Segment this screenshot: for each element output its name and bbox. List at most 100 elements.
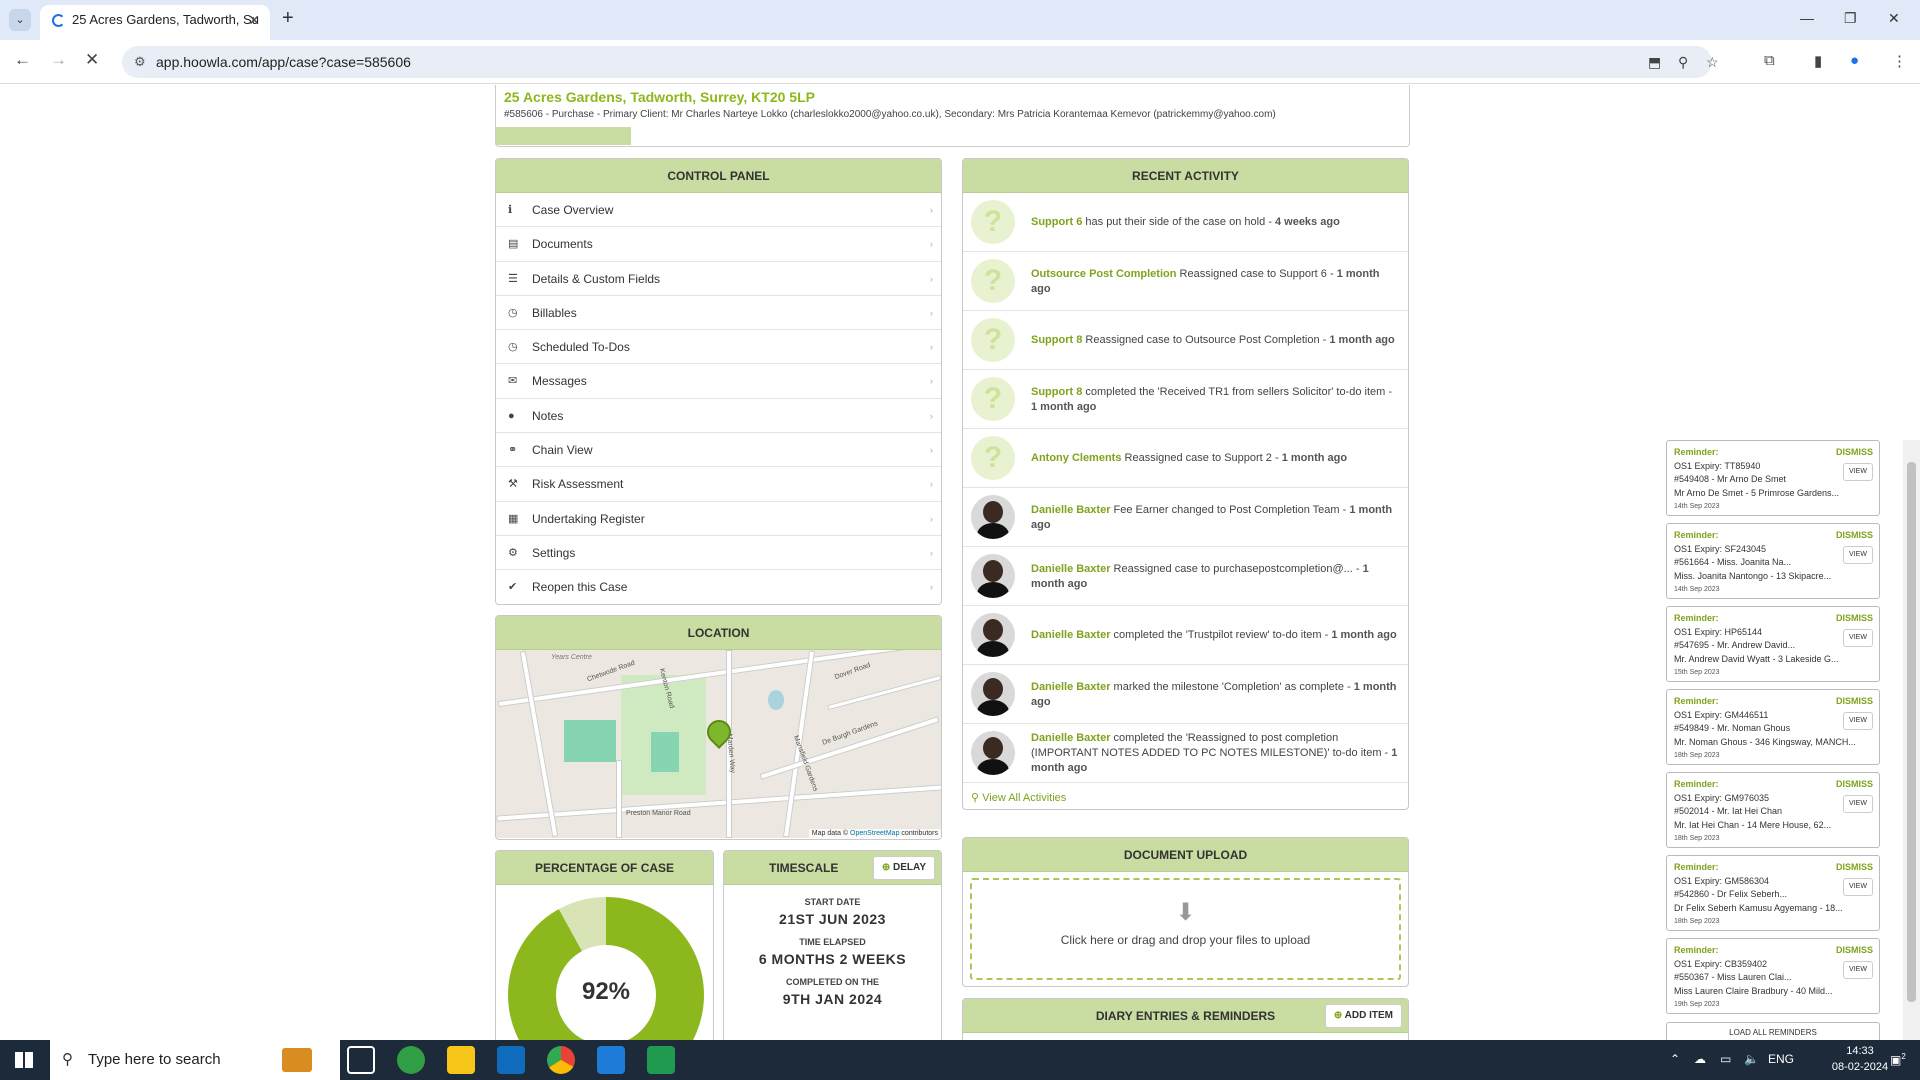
control-panel-item[interactable]: ▦ Undertaking Register › <box>496 502 941 536</box>
reminder-card: Reminder: DISMISS VIEW OS1 Expiry: SF243045… <box>1666 523 1880 599</box>
delay-button[interactable]: ⊕ DELAY <box>872 856 935 880</box>
donut-area: 92% <box>496 885 713 1040</box>
dismiss-button[interactable]: DISMISS <box>1836 446 1873 460</box>
back-icon[interactable]: ← <box>14 50 31 70</box>
dismiss-button[interactable]: DISMISS <box>1836 529 1873 543</box>
dismiss-button[interactable]: DISMISS <box>1836 944 1873 958</box>
browser-tab-bar: ⌄ 25 Acres Gardens, Tadworth, Su ✕ + — ❐… <box>0 0 1920 40</box>
address-bar[interactable]: ⚙ app.hoowla.com/app/case?case=585606 ⬒ … <box>122 46 1719 78</box>
view-button[interactable]: VIEW <box>1843 463 1873 481</box>
activity-user[interactable]: Outsource Post Completion <box>1031 268 1176 280</box>
activity-description: Reassigned case to Support 6 - <box>1176 267 1337 280</box>
list-icon: ☰ <box>508 272 518 285</box>
activity-user[interactable]: Danielle Baxter <box>1031 681 1110 693</box>
close-tab-icon[interactable]: ✕ <box>248 5 260 35</box>
menu-icon[interactable]: ⋮ <box>1892 52 1907 70</box>
view-button[interactable]: VIEW <box>1843 878 1873 896</box>
activity-user[interactable]: Danielle Baxter <box>1031 504 1110 516</box>
view-button[interactable]: VIEW <box>1843 629 1873 647</box>
view-button[interactable]: VIEW <box>1843 546 1873 564</box>
forward-icon[interactable]: → <box>50 50 67 70</box>
activity-description: completed the 'Received TR1 from sellers… <box>1082 385 1393 398</box>
location-map[interactable]: Years Centre Chetwode Road Kenton Road D… <box>496 650 941 838</box>
chevron-right-icon: › <box>930 273 933 284</box>
task-view-icon[interactable] <box>347 1046 375 1074</box>
attribution-link[interactable]: OpenStreetMap <box>850 830 899 837</box>
dismiss-button[interactable]: DISMISS <box>1836 695 1873 709</box>
activity-user[interactable]: Danielle Baxter <box>1031 629 1110 641</box>
load-all-reminders-button[interactable]: LOAD ALL REMINDERS <box>1666 1022 1880 1040</box>
minimize-icon[interactable]: — <box>1800 10 1814 26</box>
control-panel-item[interactable]: ▤ Documents › <box>496 227 941 262</box>
reminder-line: Mr. Iat Hei Chan - 14 Mere House, 62... <box>1674 819 1832 830</box>
avatar: ? <box>971 377 1015 421</box>
bookmark-star-icon[interactable]: ☆ <box>1706 46 1719 78</box>
scrollbar-thumb[interactable] <box>1907 462 1916 1002</box>
upload-dropzone[interactable]: ⬇ Click here or drag and drop your files… <box>970 878 1401 980</box>
notification-count: 2 <box>1901 1052 1906 1061</box>
view-button[interactable]: VIEW <box>1843 961 1873 979</box>
control-panel-item[interactable]: ⚭ Chain View › <box>496 433 941 468</box>
control-panel-item[interactable]: ● Notes › <box>496 399 941 434</box>
control-panel-item[interactable]: ℹ Case Overview › <box>496 193 941 228</box>
activity-user[interactable]: Danielle Baxter <box>1031 563 1110 575</box>
tray-chevron-icon[interactable]: ⌃ <box>1670 1052 1680 1066</box>
extensions-icon[interactable]: ⧉ <box>1764 52 1775 69</box>
taskbar-clock[interactable]: 14:33 08-02-2024 <box>1830 1043 1890 1075</box>
app-s-icon[interactable] <box>597 1046 625 1074</box>
zoom-icon[interactable]: ⚲ <box>1678 46 1688 78</box>
onedrive-icon[interactable]: ☁ <box>1694 1052 1706 1066</box>
site-info-icon[interactable]: ⚙ <box>134 46 146 78</box>
control-panel-item[interactable]: ⚙ Settings › <box>496 536 941 571</box>
dismiss-button[interactable]: DISMISS <box>1836 612 1873 626</box>
activity-user[interactable]: Support 8 <box>1031 386 1082 398</box>
media-app-icon[interactable] <box>647 1046 675 1074</box>
activity-user[interactable]: Support 6 <box>1031 216 1082 228</box>
clock-time: 14:33 <box>1846 1045 1874 1057</box>
install-app-icon[interactable]: ⬒ <box>1648 46 1661 78</box>
side-panel-icon[interactable]: ▮ <box>1814 52 1822 70</box>
view-button[interactable]: VIEW <box>1843 795 1873 813</box>
map-road <box>616 760 622 838</box>
activity-user[interactable]: Antony Clements <box>1031 452 1121 464</box>
activity-description: Reassigned case to Outsource Post Comple… <box>1082 334 1330 346</box>
volume-icon[interactable]: 🔈 <box>1744 1052 1759 1066</box>
control-panel-item[interactable]: ✔ Reopen this Case › <box>496 570 941 604</box>
close-window-icon[interactable]: ✕ <box>1888 10 1900 27</box>
file-explorer-icon[interactable] <box>447 1046 475 1074</box>
control-panel-item[interactable]: ✉ Messages › <box>496 364 941 399</box>
profile-avatar-icon[interactable]: ● <box>1850 52 1859 69</box>
edge-icon[interactable] <box>397 1046 425 1074</box>
outlook-icon[interactable] <box>497 1046 525 1074</box>
view-button[interactable]: VIEW <box>1843 712 1873 730</box>
chrome-icon[interactable] <box>547 1046 575 1074</box>
dismiss-button[interactable]: DISMISS <box>1836 861 1873 875</box>
windows-start-icon[interactable] <box>15 1052 33 1068</box>
language-indicator[interactable]: ENG <box>1768 1052 1794 1066</box>
activity-user[interactable]: Support 8 <box>1031 334 1082 346</box>
taskbar-search-input[interactable]: ⚲ Type here to search <box>50 1040 340 1080</box>
control-panel-item[interactable]: ☰ Details & Custom Fields › <box>496 262 941 296</box>
control-panel-item[interactable]: ◷ Billables › <box>496 296 941 331</box>
tab-search-icon[interactable]: ⌄ <box>9 9 31 31</box>
completed-value: 9TH JAN 2024 <box>782 991 883 1007</box>
new-tab-icon[interactable]: + <box>282 7 294 30</box>
view-all-activities-link[interactable]: ⚲ View All Activities <box>963 783 1408 809</box>
chevron-right-icon: › <box>930 342 933 353</box>
network-icon[interactable]: ▭ <box>1720 1052 1731 1066</box>
control-panel-item[interactable]: ⚒ Risk Assessment › <box>496 467 941 502</box>
info-icon: ℹ <box>508 204 513 216</box>
restore-icon[interactable]: ❐ <box>1844 10 1857 27</box>
stop-loading-icon[interactable]: ✕ <box>85 50 99 70</box>
notifications-icon[interactable]: ▣2 <box>1890 1052 1906 1067</box>
reminders-scrollbar[interactable] <box>1903 440 1920 1040</box>
add-item-button[interactable]: ⊕ ADD ITEM <box>1324 1004 1402 1028</box>
avatar: ? <box>971 436 1015 480</box>
document-icon: ▤ <box>508 238 519 251</box>
browser-tab[interactable]: 25 Acres Gardens, Tadworth, Su ✕ <box>40 5 270 40</box>
dismiss-button[interactable]: DISMISS <box>1836 778 1873 792</box>
activity-user[interactable]: Danielle Baxter <box>1031 732 1110 744</box>
activity-description: marked the milestone 'Completion' as com… <box>1110 680 1354 693</box>
control-panel-item[interactable]: ◷ Scheduled To-Dos › <box>496 330 941 365</box>
activity-description: has put their side of the case on hold - <box>1082 216 1275 228</box>
